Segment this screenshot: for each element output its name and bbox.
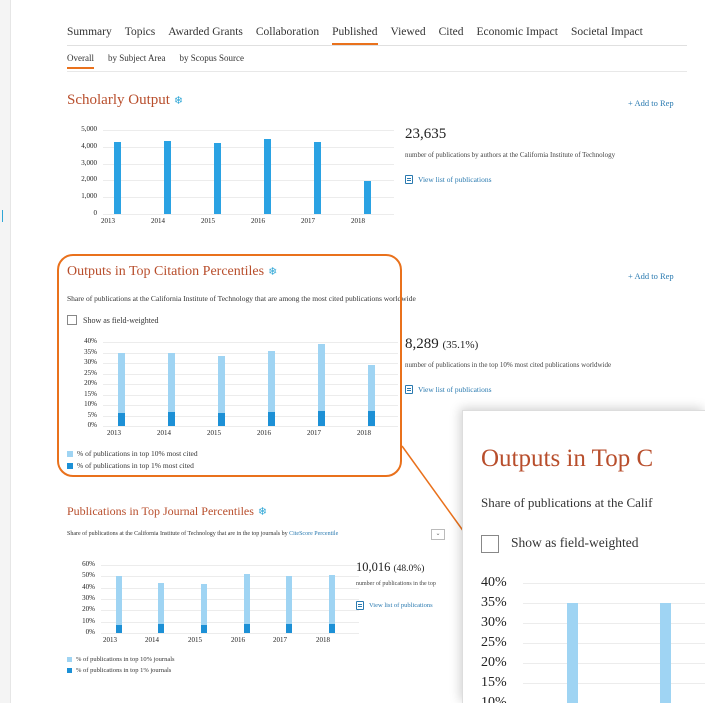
zoom-gridline [523, 583, 705, 584]
zoom-gridline [523, 663, 705, 664]
zoom-field-weighted-label: Show as field-weighted [511, 535, 639, 550]
zoom-y-tick-label: 30% [481, 615, 507, 630]
zoom-gridline [523, 603, 705, 604]
zoom-y-tick-label: 10% [481, 695, 507, 703]
zoomed-detail-panel: Outputs in Top C Share of publications a… [462, 410, 705, 703]
zoom-field-weighted-checkbox[interactable] [481, 535, 499, 553]
zoom-gridline [523, 643, 705, 644]
zoom-y-tick-label: 20% [481, 655, 507, 670]
zoom-description: Share of publications at the Calif [481, 495, 653, 510]
zoom-bar-top10 [660, 603, 671, 703]
connector-line [401, 445, 465, 533]
zoom-title: Outputs in Top C [481, 445, 654, 472]
zoom-gridline [523, 623, 705, 624]
zoom-y-tick-label: 40% [481, 575, 507, 590]
zoom-bar-top10 [567, 603, 578, 703]
zoom-y-tick-label: 35% [481, 595, 507, 610]
zoom-y-tick-label: 25% [481, 635, 507, 650]
zoom-y-tick-label: 15% [481, 675, 507, 690]
zoom-gridline [523, 683, 705, 684]
